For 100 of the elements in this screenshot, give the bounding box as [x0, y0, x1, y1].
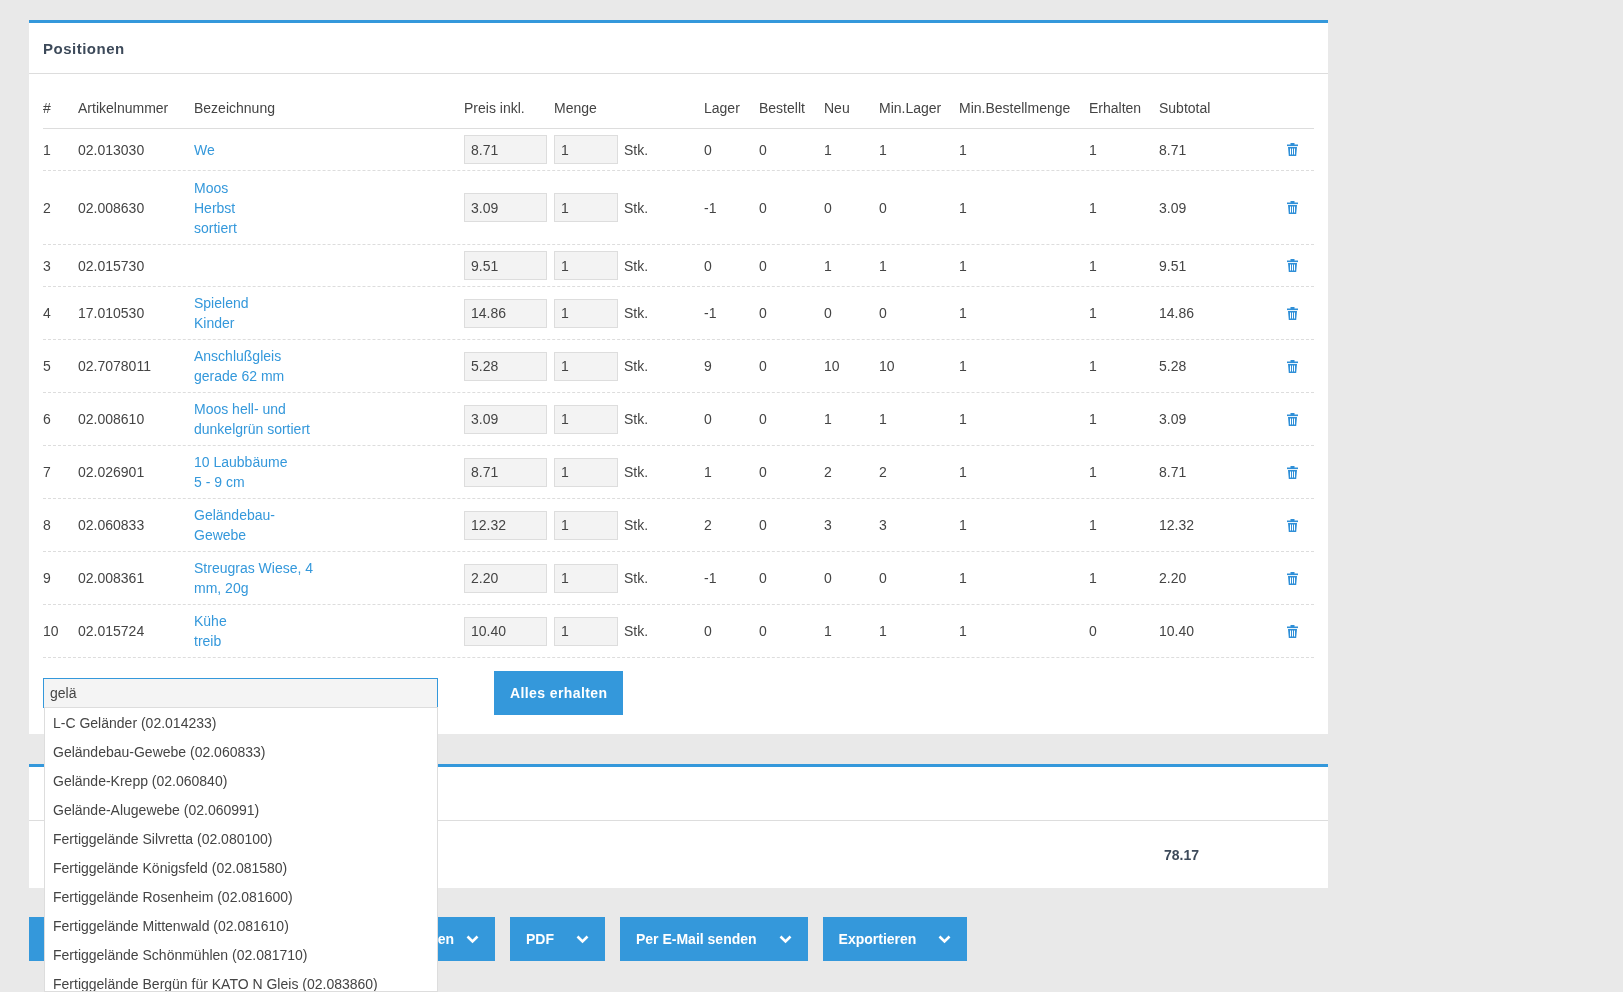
table-cell: 9.51: [1159, 257, 1187, 274]
trash-icon[interactable]: [1286, 465, 1298, 479]
table-cell: 1: [1089, 570, 1097, 586]
table-cell: 2: [824, 464, 832, 480]
trash-icon[interactable]: [1286, 306, 1298, 320]
suggestion-item[interactable]: Gelände-Alugewebe (02.060991): [45, 795, 437, 824]
table-cell: 1: [959, 257, 967, 274]
table-cell: 0: [759, 141, 767, 158]
table-cell: 1: [959, 517, 967, 533]
table-cell: 3: [824, 517, 832, 533]
table-cell: 1: [959, 141, 967, 158]
quantity-field[interactable]: 1: [554, 298, 618, 328]
row-number: 2: [43, 199, 51, 216]
table-cell: 3: [879, 517, 887, 533]
column-header: Preis inkl.: [464, 100, 525, 116]
price-field[interactable]: 14.86: [464, 298, 547, 328]
column-header: Min.Bestellmenge: [959, 100, 1071, 116]
price-field[interactable]: 8.71: [464, 457, 547, 487]
table-cell: 0: [759, 358, 767, 374]
suggestion-item[interactable]: Gelände-Krepp (02.060840): [45, 766, 437, 795]
row-number: 4: [43, 305, 51, 321]
table-cell: 0: [704, 141, 712, 158]
unit-label: Stk.: [624, 199, 649, 216]
price-field[interactable]: 8.71: [464, 135, 547, 164]
suggestion-item[interactable]: Fertiggelände Silvretta (02.080100): [45, 824, 437, 853]
unit-label: Stk.: [624, 517, 649, 533]
table-cell: 10: [824, 358, 840, 374]
table-cell: 14.86: [1159, 305, 1195, 321]
article-number: 02.015724: [78, 623, 145, 639]
table-cell: 0: [759, 257, 767, 274]
quantity-field[interactable]: 1: [554, 563, 618, 593]
column-header: Menge: [554, 100, 597, 116]
chevron-down-icon: [938, 934, 952, 944]
unit-label: Stk.: [624, 570, 649, 586]
suggestion-item[interactable]: Fertiggelände Königsfeld (02.081580): [45, 853, 437, 882]
quantity-field[interactable]: 1: [554, 351, 618, 381]
unit-label: Stk.: [624, 358, 649, 374]
row-number: 6: [43, 411, 51, 427]
table-cell: 1: [1089, 517, 1097, 533]
table-cell: 0: [704, 257, 712, 274]
price-field[interactable]: 12.32: [464, 510, 547, 540]
column-header: Subtotal: [1159, 100, 1211, 116]
price-field[interactable]: 2.20: [464, 563, 547, 593]
row-number: 1: [43, 141, 51, 158]
table-cell: 1: [879, 411, 887, 427]
unit-label: Stk.: [624, 464, 649, 480]
suggestion-item[interactable]: Fertiggelände Bergün für KATO N Gleis (02.083860): [45, 969, 437, 991]
chevron-down-icon: [576, 934, 589, 944]
table-cell: 9: [704, 358, 712, 374]
unit-label: Stk.: [624, 623, 649, 639]
column-header: #: [43, 100, 51, 116]
quantity-field[interactable]: 1: [554, 404, 618, 434]
table-cell: 1: [1089, 199, 1097, 216]
table-cell: 1: [1089, 257, 1097, 274]
suggestion-item[interactable]: Fertiggelände Rosenheim (02.081600): [45, 882, 437, 911]
quantity-field[interactable]: 1: [554, 193, 618, 222]
unit-label: Stk.: [624, 141, 649, 158]
column-header: Artikelnummer: [78, 100, 169, 116]
row-number: 3: [43, 257, 51, 274]
price-field[interactable]: 9.51: [464, 251, 547, 280]
trash-icon[interactable]: [1286, 259, 1298, 272]
row-number: 7: [43, 464, 51, 480]
article-number: 02.008630: [78, 199, 145, 216]
chevron-down-icon: [778, 934, 792, 944]
trash-icon[interactable]: [1286, 412, 1298, 426]
quantity-field[interactable]: 1: [554, 135, 618, 164]
table-cell: 0: [879, 199, 887, 216]
trash-icon[interactable]: [1286, 359, 1298, 373]
table-cell: 2: [879, 464, 887, 480]
article-number: 02.008610: [78, 411, 145, 427]
search-field[interactable]: gelä: [43, 678, 438, 708]
table-cell: 1: [1089, 141, 1097, 158]
price-field[interactable]: 3.09: [464, 404, 547, 434]
table-cell: 1: [879, 257, 887, 274]
price-field[interactable]: 3.09: [464, 193, 547, 222]
table-cell: 1: [1089, 411, 1097, 427]
table-cell: 0: [1089, 623, 1097, 639]
price-field[interactable]: 5.28: [464, 351, 547, 381]
trash-icon[interactable]: [1286, 143, 1298, 156]
suggestion-item[interactable]: Fertiggelände Mittenwald (02.081610): [45, 911, 437, 940]
trash-icon[interactable]: [1286, 201, 1298, 214]
quantity-field[interactable]: 1: [554, 457, 618, 487]
unit-label: Stk.: [624, 411, 649, 427]
trash-icon[interactable]: [1286, 518, 1298, 532]
trash-icon[interactable]: [1286, 624, 1298, 638]
suggestion-item[interactable]: Geländebau-Gewebe (02.060833): [45, 737, 437, 766]
table-cell: 1: [959, 623, 967, 639]
table-cell: 0: [824, 570, 832, 586]
suggestion-item[interactable]: Fertiggelände Schönmühlen (02.081710): [45, 940, 437, 969]
table-cell: 0: [759, 464, 767, 480]
table-cell: 1: [1089, 305, 1097, 321]
price-field[interactable]: 10.40: [464, 616, 547, 646]
panel-title: Positionen: [43, 40, 125, 57]
trash-icon[interactable]: [1286, 571, 1298, 585]
column-header: Bezeichnung: [194, 100, 275, 116]
quantity-field[interactable]: 1: [554, 510, 618, 540]
quantity-field[interactable]: 1: [554, 251, 618, 280]
quantity-field[interactable]: 1: [554, 616, 618, 646]
suggestion-item[interactable]: L-C Geländer (02.014233): [45, 708, 437, 737]
table-cell: 0: [704, 411, 712, 427]
